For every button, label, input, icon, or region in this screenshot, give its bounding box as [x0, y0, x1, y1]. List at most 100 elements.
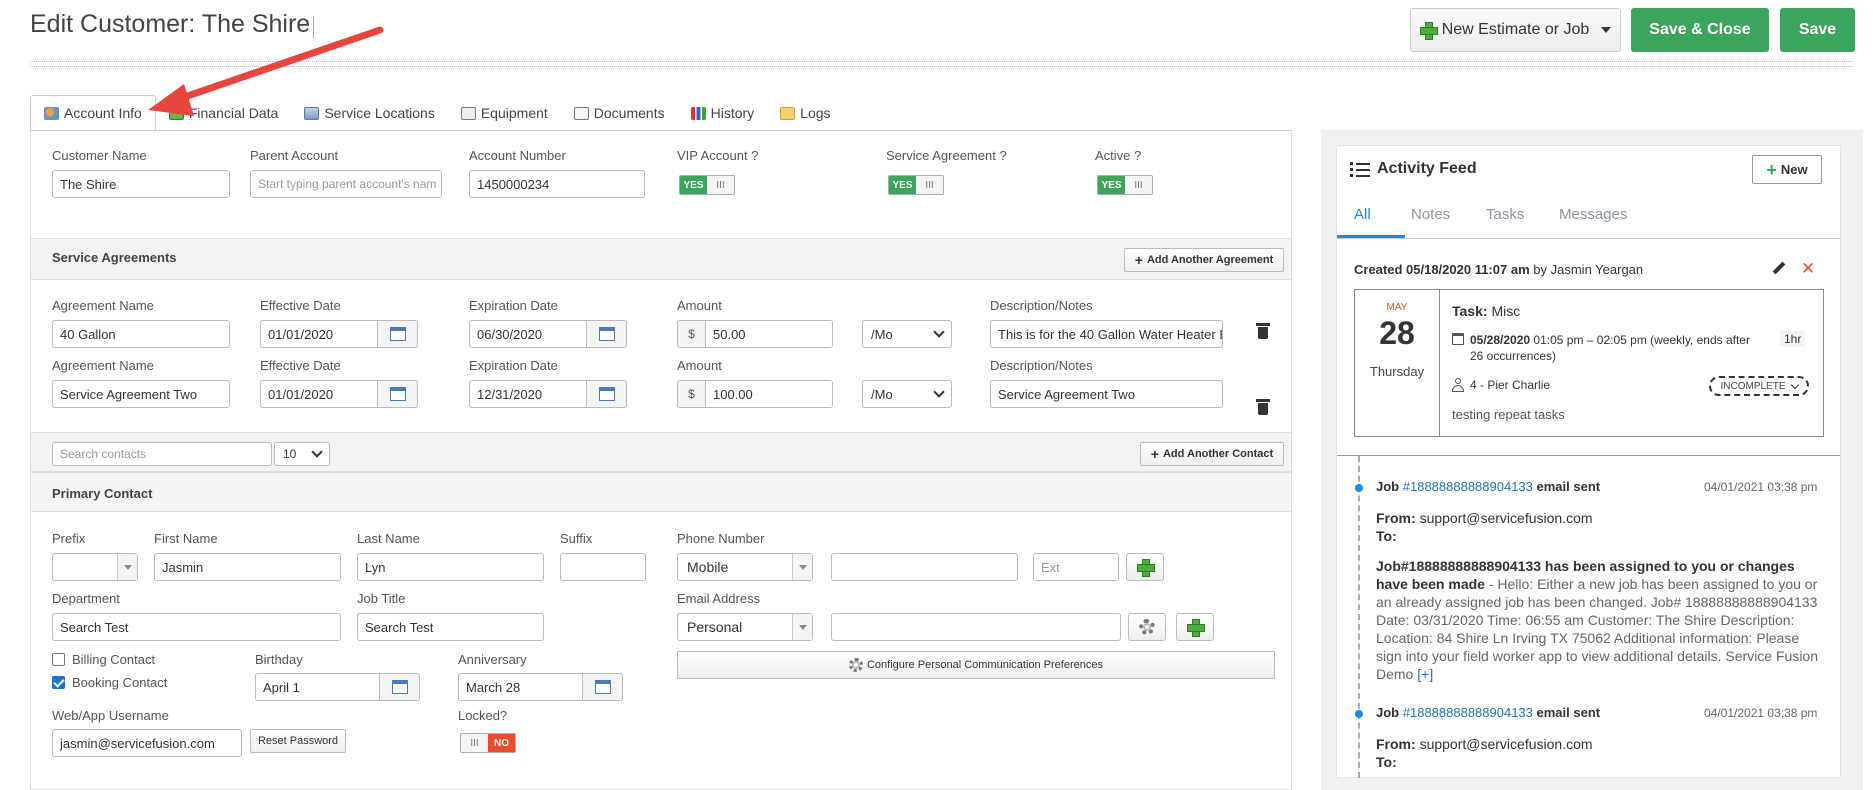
tab-history[interactable]: History — [678, 95, 768, 131]
agreement-name-input[interactable]: 40 Gallon — [52, 320, 230, 348]
birthday-label: Birthday — [255, 652, 303, 667]
job-link[interactable]: #18888888888904133 — [1403, 479, 1533, 494]
activity-feed-panel — [1336, 145, 1841, 778]
task-title-value: Misc — [1491, 303, 1521, 319]
new-estimate-or-job-button[interactable]: New Estimate or Job — [1410, 8, 1621, 52]
task-title: Task: Misc — [1452, 303, 1520, 319]
task-month: MAY — [1386, 302, 1408, 313]
web-username-label: Web/App Username — [52, 708, 169, 723]
email-type-select[interactable]: Personal — [677, 613, 813, 641]
notes-label: Description/Notes — [990, 358, 1093, 373]
anniversary-input[interactable]: March 28 — [458, 673, 583, 701]
task-created-line: Created 05/18/2020 11:07 am by Jasmin Ye… — [1354, 262, 1643, 277]
parent-account-input[interactable]: Start typing parent account's nam — [250, 170, 442, 198]
task-status-badge[interactable]: INCOMPLETE — [1709, 376, 1809, 396]
booking-contact-checkbox[interactable]: Booking Contact — [52, 675, 167, 690]
vip-toggle[interactable]: YES III — [679, 175, 735, 195]
feed-tab-messages[interactable]: Messages — [1559, 206, 1627, 223]
locked-toggle[interactable]: III NO — [460, 733, 516, 753]
effective-date-input[interactable]: 01/01/2020 — [260, 380, 378, 408]
notes-input[interactable]: Service Agreement Two — [990, 380, 1223, 408]
effective-date-label: Effective Date — [260, 298, 341, 313]
amount-input[interactable]: 100.00 — [705, 380, 833, 408]
expiration-date-label: Expiration Date — [469, 298, 558, 313]
suffix-input[interactable] — [560, 553, 646, 581]
delete-icon[interactable]: ✕ — [1801, 259, 1815, 279]
account-number-input[interactable]: 1450000234 — [469, 170, 645, 198]
event-to-label: To: — [1376, 754, 1397, 770]
period-select[interactable]: /Mo — [862, 320, 952, 348]
user-icon — [1452, 378, 1464, 392]
page-size-select[interactable]: 10 — [274, 442, 330, 466]
tab-equipment[interactable]: Equipment — [448, 95, 561, 131]
expiration-date-input[interactable]: 06/30/2020 — [469, 320, 587, 348]
chevron-down-icon — [117, 554, 137, 580]
reset-password-button[interactable]: Reset Password — [250, 729, 346, 753]
service-agreement-toggle[interactable]: YES III — [888, 175, 944, 195]
save-button[interactable]: Save — [1780, 8, 1855, 52]
tab-account-info[interactable]: Account Info — [30, 95, 156, 131]
add-phone-button[interactable] — [1126, 553, 1164, 581]
billing-contact-checkbox[interactable]: Billing Contact — [52, 652, 155, 667]
billing-contact-label: Billing Contact — [72, 652, 156, 667]
new-activity-button[interactable]: + New — [1752, 155, 1822, 184]
email-settings-button[interactable] — [1128, 613, 1166, 641]
tab-label: Documents — [593, 105, 665, 121]
active-toggle[interactable]: YES III — [1097, 175, 1153, 195]
feed-tab-tasks[interactable]: Tasks — [1486, 206, 1524, 223]
customer-name-input[interactable]: The Shire — [52, 170, 230, 198]
calendar-icon[interactable] — [378, 380, 418, 408]
first-name-input[interactable]: Jasmin — [154, 553, 341, 581]
save-close-button[interactable]: Save & Close — [1631, 8, 1769, 52]
toggle-yes: YES — [680, 176, 707, 194]
add-contact-button[interactable]: + Add Another Contact — [1140, 442, 1284, 466]
plus-icon: + — [1150, 446, 1159, 462]
expand-link[interactable]: [+] — [1417, 666, 1433, 682]
configure-preferences-button[interactable]: Configure Personal Communication Prefere… — [677, 651, 1275, 679]
phone-number-input[interactable] — [831, 553, 1018, 581]
calendar-icon[interactable] — [380, 673, 420, 701]
job-title-input[interactable]: Search Test — [357, 613, 544, 641]
file-icon — [460, 106, 476, 120]
period-select[interactable]: /Mo — [862, 380, 952, 408]
add-agreement-button[interactable]: + Add Another Agreement — [1124, 248, 1284, 272]
department-input[interactable]: Search Test — [52, 613, 341, 641]
feed-tab-all[interactable]: All — [1354, 206, 1371, 223]
amount-input[interactable]: 50.00 — [705, 320, 833, 348]
expiration-date-input[interactable]: 12/31/2020 — [469, 380, 587, 408]
tab-logs[interactable]: Logs — [767, 95, 843, 131]
effective-date-input[interactable]: 01/01/2020 — [260, 320, 378, 348]
notes-input[interactable]: This is for the 40 Gallon Water Heater E… — [990, 320, 1223, 348]
tab-label: History — [710, 105, 755, 121]
feed-tabs-divider — [1337, 238, 1840, 239]
toggle-no: NO — [488, 734, 515, 752]
web-username-input[interactable]: jasmin@servicefusion.com — [52, 729, 242, 757]
people-icon — [44, 106, 59, 120]
trash-icon[interactable] — [1256, 399, 1270, 415]
job-link[interactable]: #18888888888904133 — [1403, 705, 1533, 720]
trash-icon[interactable] — [1256, 323, 1270, 339]
calendar-icon — [1452, 333, 1464, 345]
task-status: INCOMPLETE — [1720, 380, 1786, 392]
feed-tab-notes[interactable]: Notes — [1411, 206, 1450, 223]
agreement-name-input[interactable]: Service Agreement Two — [52, 380, 230, 408]
email-input[interactable] — [831, 613, 1121, 641]
edit-icon[interactable] — [1771, 261, 1787, 277]
phone-type-select[interactable]: Mobile — [677, 553, 813, 581]
phone-ext-input[interactable]: Ext — [1033, 553, 1119, 581]
add-email-button[interactable] — [1176, 613, 1214, 641]
prefix-select[interactable] — [52, 553, 138, 581]
birthday-input[interactable]: April 1 — [255, 673, 380, 701]
search-contacts-input[interactable]: Search contacts — [52, 442, 272, 466]
calendar-icon[interactable] — [583, 673, 623, 701]
active-label: Active ? — [1095, 148, 1142, 163]
calendar-icon[interactable] — [587, 380, 627, 408]
calendar-icon[interactable] — [378, 320, 418, 348]
last-name-input[interactable]: Lyn — [357, 553, 544, 581]
tab-documents[interactable]: Documents — [561, 95, 678, 131]
feed-divider — [1337, 455, 1840, 456]
task-schedule-text2: 26 occurrences) — [1470, 349, 1557, 363]
toggle-off: III — [916, 176, 943, 194]
period-value: /Mo — [871, 386, 893, 402]
calendar-icon[interactable] — [587, 320, 627, 348]
